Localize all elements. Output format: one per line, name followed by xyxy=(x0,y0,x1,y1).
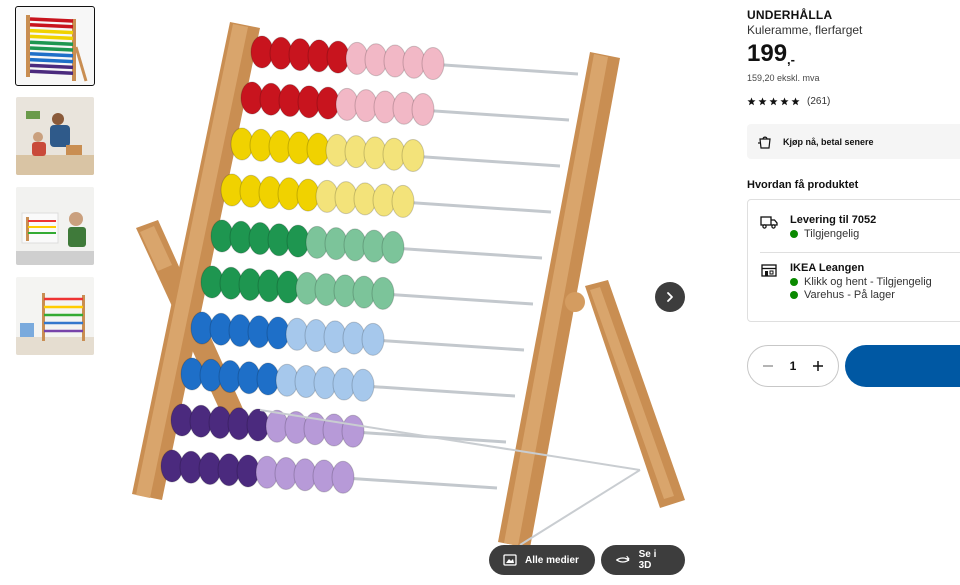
abacus-bead xyxy=(351,368,375,402)
pay-later-banner[interactable]: Kjøp nå, betal senere xyxy=(747,124,960,159)
gallery-icon xyxy=(503,554,517,566)
thumbnail-bead-row xyxy=(29,69,74,75)
view-3d-button[interactable]: Se i 3D xyxy=(601,545,685,575)
star-icon xyxy=(780,97,789,106)
price-excluding-vat: 159,20 ekskl. mva xyxy=(747,73,820,83)
store-option[interactable]: IKEA Leangen Klikk og hent - Tilgjengeli… xyxy=(760,262,932,301)
abacus-bead xyxy=(411,93,435,127)
pay-later-label: Kjøp nå, betal senere xyxy=(783,136,874,147)
delivery-status-line: Tilgjengelig xyxy=(790,228,876,240)
abacus-bead xyxy=(401,138,425,172)
room-thumbnail-image xyxy=(16,277,94,355)
abacus-thumbnail-image xyxy=(16,7,94,85)
thumbnail-child-with-abacus[interactable] xyxy=(16,187,94,265)
abacus-bead xyxy=(361,322,385,356)
thumbnail-bead-row xyxy=(29,46,74,52)
in-store-status: Varehus - På lager xyxy=(804,289,895,301)
star-icon xyxy=(769,97,778,106)
all-media-button[interactable]: Alle medier xyxy=(489,545,595,575)
thumbnail-bead-row xyxy=(29,28,74,35)
next-image-button[interactable] xyxy=(655,282,685,312)
all-media-label: Alle medier xyxy=(525,554,579,566)
store-icon xyxy=(761,264,777,277)
abacus-bead xyxy=(331,460,355,494)
quantity-value[interactable]: 1 xyxy=(790,359,797,373)
increase-quantity-button[interactable] xyxy=(810,358,826,374)
thumbnail-bead-row xyxy=(29,40,74,46)
product-description: Kuleramme, flerfarget xyxy=(747,23,863,37)
rotate-3d-icon xyxy=(616,555,630,563)
abacus-image xyxy=(132,22,685,548)
delivery-option[interactable]: Levering til 7052 Tilgjengelig xyxy=(760,214,876,240)
abacus-bead xyxy=(381,230,405,264)
thumbnail-bead-row xyxy=(29,17,74,23)
available-status-dot xyxy=(790,278,798,286)
price-main: 199 xyxy=(747,40,788,67)
thumbnail-bead-row xyxy=(29,23,74,29)
star-icon xyxy=(791,97,800,106)
product-info-panel: UNDERHÅLLA Kuleramme, flerfarget 199,- 1… xyxy=(747,0,960,585)
thumbnail-bead-row xyxy=(29,57,74,64)
minus-icon xyxy=(763,365,773,367)
star-icon xyxy=(758,97,767,106)
thumbnail-bead-row xyxy=(29,63,74,70)
abacus-bead xyxy=(421,47,445,81)
thumbnail-bead-row xyxy=(29,34,74,41)
decrease-quantity-button[interactable] xyxy=(760,358,776,374)
abacus-bead xyxy=(371,276,395,310)
fulfillment-heading: Hvordan få produktet xyxy=(747,179,859,191)
rating-summary[interactable]: (261) xyxy=(747,96,830,107)
thumbnail-bead-row xyxy=(29,52,74,58)
available-status-dot xyxy=(790,230,798,238)
click-collect-status-line: Klikk og hent - Tilgjengelig xyxy=(790,276,932,288)
child-thumbnail-image xyxy=(16,187,94,265)
thumbnail-family-playing[interactable] xyxy=(16,97,94,175)
in-store-status-line: Varehus - På lager xyxy=(790,289,932,301)
fulfillment-options: Levering til 7052 Tilgjengelig IKEA Lean… xyxy=(747,199,960,322)
star-icon xyxy=(747,97,756,106)
delivery-title: Levering til 7052 xyxy=(790,214,877,226)
price-suffix: ,- xyxy=(787,52,795,67)
in-stock-status-dot xyxy=(790,291,798,299)
store-title: IKEA Leangen xyxy=(790,262,865,274)
shopping-bag-icon xyxy=(758,136,771,149)
add-to-cart-button[interactable] xyxy=(845,345,960,387)
quantity-stepper: 1 xyxy=(747,345,839,387)
rating-stars xyxy=(747,97,800,106)
chevron-right-icon xyxy=(667,292,673,302)
plus-icon xyxy=(813,361,823,371)
thumbnail-abacus-in-room[interactable] xyxy=(16,277,94,355)
thumbnail-strip xyxy=(15,6,95,367)
product-price: 199,- xyxy=(747,40,795,68)
truck-icon xyxy=(760,216,778,229)
options-divider xyxy=(760,252,960,253)
abacus-bead xyxy=(341,414,365,448)
rating-count: (261) xyxy=(807,96,831,107)
click-collect-status: Klikk og hent - Tilgjengelig xyxy=(804,276,932,288)
abacus-bead xyxy=(391,184,415,218)
product-name: UNDERHÅLLA xyxy=(747,8,833,22)
view-3d-label: Se i 3D xyxy=(638,549,657,571)
thumbnail-abacus-product[interactable] xyxy=(15,6,95,86)
family-thumbnail-image xyxy=(16,97,94,175)
product-main-image[interactable]: Alle medier Se i 3D xyxy=(100,0,715,585)
delivery-status: Tilgjengelig xyxy=(804,228,860,240)
